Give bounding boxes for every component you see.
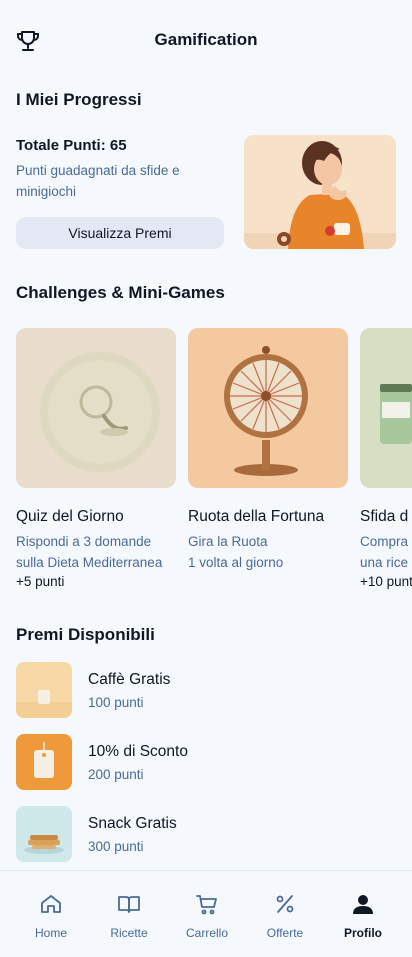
coffee-image	[16, 662, 72, 718]
progress-illustration	[244, 135, 396, 249]
challenge-title: Ruota della Fortuna	[188, 508, 325, 525]
reward-title: Caffè Gratis	[88, 671, 171, 688]
challenge-card-wheel[interactable]: Ruota della Fortuna Gira la Ruota 1 volt…	[188, 328, 348, 574]
reward-title: 10% di Sconto	[88, 743, 188, 760]
nav-label: Ricette	[110, 926, 148, 940]
nav-home[interactable]: Home	[12, 871, 90, 957]
challenges-section-title: Challenges & Mini-Games	[16, 283, 225, 302]
challenge-card-quiz[interactable]: Quiz del Giorno Rispondi a 3 domande sul…	[16, 328, 176, 589]
app-header: Gamification	[0, 0, 412, 80]
reward-item-coffee[interactable]: Caffè Gratis 100 punti	[16, 662, 396, 718]
reward-points: 200 punti	[88, 767, 144, 782]
snack-image	[16, 806, 72, 862]
nav-recipes[interactable]: Ricette	[90, 871, 168, 957]
reward-points: 300 punti	[88, 839, 144, 854]
challenges-carousel[interactable]: Quiz del Giorno Rispondi a 3 domande sul…	[0, 328, 412, 598]
nav-offers[interactable]: Offerte	[246, 871, 324, 957]
reward-item-snack[interactable]: Snack Gratis 300 punti	[16, 806, 396, 862]
challenge-desc: Gira la Ruota 1 volta al giorno	[188, 534, 284, 570]
progress-section-title: I Miei Progressi	[16, 90, 142, 109]
reward-title: Snack Gratis	[88, 815, 177, 832]
user-icon	[353, 895, 373, 914]
challenge-card-recipe[interactable]: Sfida d Compra una rice +10 punt	[360, 328, 412, 589]
percent-icon	[276, 895, 294, 913]
reward-points: 100 punti	[88, 695, 144, 710]
challenge-points: +10 punt	[360, 574, 412, 589]
discount-image	[16, 734, 72, 790]
wheel-image	[188, 328, 348, 488]
reward-item-discount[interactable]: 10% di Sconto 200 punti	[16, 734, 396, 790]
nav-profile[interactable]: Profilo	[324, 871, 402, 957]
nav-cart[interactable]: Carrello	[168, 871, 246, 957]
points-description: Punti guadagnati da sfide e minigiochi	[16, 163, 180, 199]
nav-label: Profilo	[344, 926, 382, 940]
bottom-navigation: Home Ricette Carrello Offerte Profilo	[0, 870, 412, 957]
nav-label: Carrello	[185, 926, 228, 940]
recipe-challenge-image	[360, 328, 412, 488]
nav-label: Offerte	[266, 926, 304, 940]
nav-label: Home	[34, 926, 67, 940]
book-icon	[118, 896, 140, 913]
challenge-points: +5 punti	[16, 574, 65, 589]
quiz-image	[16, 328, 176, 488]
total-points-label: Totale Punti: 65	[16, 137, 127, 154]
challenge-desc: Rispondi a 3 domande sulla Dieta Mediter…	[16, 534, 163, 570]
page-title: Gamification	[154, 30, 258, 49]
challenge-title: Quiz del Giorno	[16, 508, 124, 525]
rewards-section-title: Premi Disponibili	[16, 625, 155, 644]
challenge-title: Sfida d	[360, 508, 409, 525]
challenge-desc: Compra una rice	[360, 534, 409, 570]
cart-icon	[196, 895, 217, 915]
home-icon	[41, 895, 61, 913]
view-rewards-button[interactable]: Visualizza Premi	[16, 217, 224, 249]
